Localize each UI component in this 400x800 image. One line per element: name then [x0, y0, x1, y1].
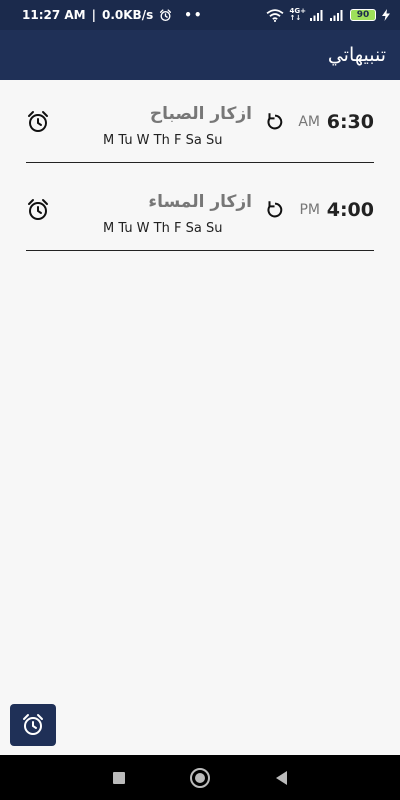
home-button-icon[interactable] [190, 767, 211, 788]
wifi-icon [266, 8, 284, 22]
network-speed: 0.0KB/s [102, 8, 154, 22]
alarm-row[interactable]: ازكار المساء M Tu W Th F Sa Su PM 4:00 [26, 169, 374, 251]
network-arrows: ↑↓ [289, 14, 302, 22]
alarm-ampm: AM [298, 114, 320, 130]
system-nav-bar [0, 755, 400, 800]
alarm-row[interactable]: ازكار الصباح M Tu W Th F Sa Su AM 6:30 [26, 81, 374, 163]
alarm-label: ازكار الصباح [149, 104, 252, 124]
status-time: 11:27 AM [22, 8, 86, 22]
alarm-status-icon [160, 8, 172, 21]
recents-button-icon[interactable] [112, 771, 125, 784]
alarm-days: M Tu W Th F Sa Su [103, 133, 223, 148]
add-alarm-button[interactable] [10, 704, 56, 746]
status-bar: 11:27 AM | 0.0KB/s •• 4G+ ↑↓ 90 [0, 0, 400, 30]
status-left: 11:27 AM | 0.0KB/s •• [22, 8, 204, 22]
app-bar: تنبيهاتي [0, 30, 400, 80]
alarm-time[interactable]: 4:00 [327, 199, 374, 221]
status-right: 4G+ ↑↓ 90 [266, 8, 390, 22]
status-separator: | [91, 8, 96, 22]
alarm-clock-icon[interactable] [26, 110, 50, 134]
add-alarm-icon [23, 714, 43, 735]
screen: 11:27 AM | 0.0KB/s •• 4G+ ↑↓ 90 تنبيهاتي… [0, 0, 400, 800]
signal-icon-2 [330, 10, 343, 21]
battery-icon: 90 [350, 9, 376, 21]
alarm-clock-icon[interactable] [26, 198, 50, 222]
notification-dots: •• [184, 8, 204, 22]
page-title: تنبيهاتي [327, 44, 386, 66]
network-type: 4G+ ↑↓ [290, 8, 306, 22]
back-button-icon[interactable] [276, 770, 288, 785]
alarm-label: ازكار المساء [148, 192, 252, 212]
alarm-time[interactable]: 6:30 [327, 111, 374, 133]
repeat-icon[interactable] [264, 111, 286, 133]
signal-icon-1 [310, 10, 323, 21]
charging-icon [382, 9, 390, 21]
repeat-icon[interactable] [264, 199, 286, 221]
alarm-ampm: PM [299, 202, 320, 218]
alarm-days: M Tu W Th F Sa Su [103, 221, 223, 236]
